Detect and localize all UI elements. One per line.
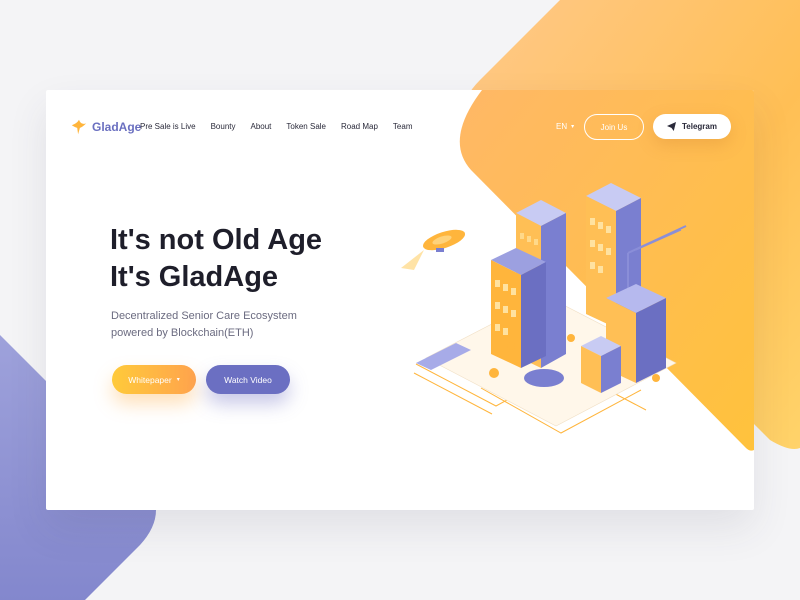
bird-icon xyxy=(71,119,87,135)
building-front-left xyxy=(491,248,546,368)
building-small-front xyxy=(581,336,621,393)
telegram-label: Telegram xyxy=(682,122,717,131)
paper-plane-icon xyxy=(667,122,676,131)
logo[interactable]: GladAge xyxy=(70,118,141,136)
blimp xyxy=(401,229,466,270)
pond xyxy=(524,369,564,387)
nav-item-bounty[interactable]: Bounty xyxy=(211,122,236,131)
nav-item-team[interactable]: Team xyxy=(393,122,413,131)
whitepaper-label: Whitepaper xyxy=(128,374,172,385)
hero-title: It's not Old Age It's GladAge xyxy=(110,222,322,296)
language-selector[interactable]: EN ▾ xyxy=(556,122,574,131)
language-label: EN xyxy=(556,122,568,131)
hero-title-line-2: It's GladAge xyxy=(110,261,279,293)
hero-title-line-1: It's not Old Age xyxy=(110,224,323,256)
nav-item-road-map[interactable]: Road Map xyxy=(341,122,378,131)
chevron-down-icon: ▾ xyxy=(571,124,575,130)
chevron-down-icon: ▾ xyxy=(176,377,180,383)
nav-item-presale[interactable]: Pre Sale is Live xyxy=(140,122,196,131)
nav-item-about[interactable]: About xyxy=(251,122,272,131)
hero-subtitle-line-1: Decentralized Senior Care Ecosystem xyxy=(111,310,297,322)
hero-subtitle: Decentralized Senior Care Ecosystem powe… xyxy=(111,308,297,342)
join-us-button[interactable]: Join Us xyxy=(584,114,644,140)
city-illustration xyxy=(401,183,687,434)
main-nav: Pre Sale is Live Bounty About Token Sale… xyxy=(140,122,412,131)
whitepaper-button[interactable]: Whitepaper ▾ xyxy=(112,365,196,394)
hero-subtitle-line-2: powered by Blockchain(ETH) xyxy=(111,327,254,339)
hero-card: GladAge Pre Sale is Live Bounty About To… xyxy=(46,90,754,510)
telegram-button[interactable]: Telegram xyxy=(653,114,731,139)
watch-video-button[interactable]: Watch Video xyxy=(206,365,290,394)
nav-item-token-sale[interactable]: Token Sale xyxy=(286,122,326,131)
brand-name: GladAge xyxy=(92,120,142,134)
